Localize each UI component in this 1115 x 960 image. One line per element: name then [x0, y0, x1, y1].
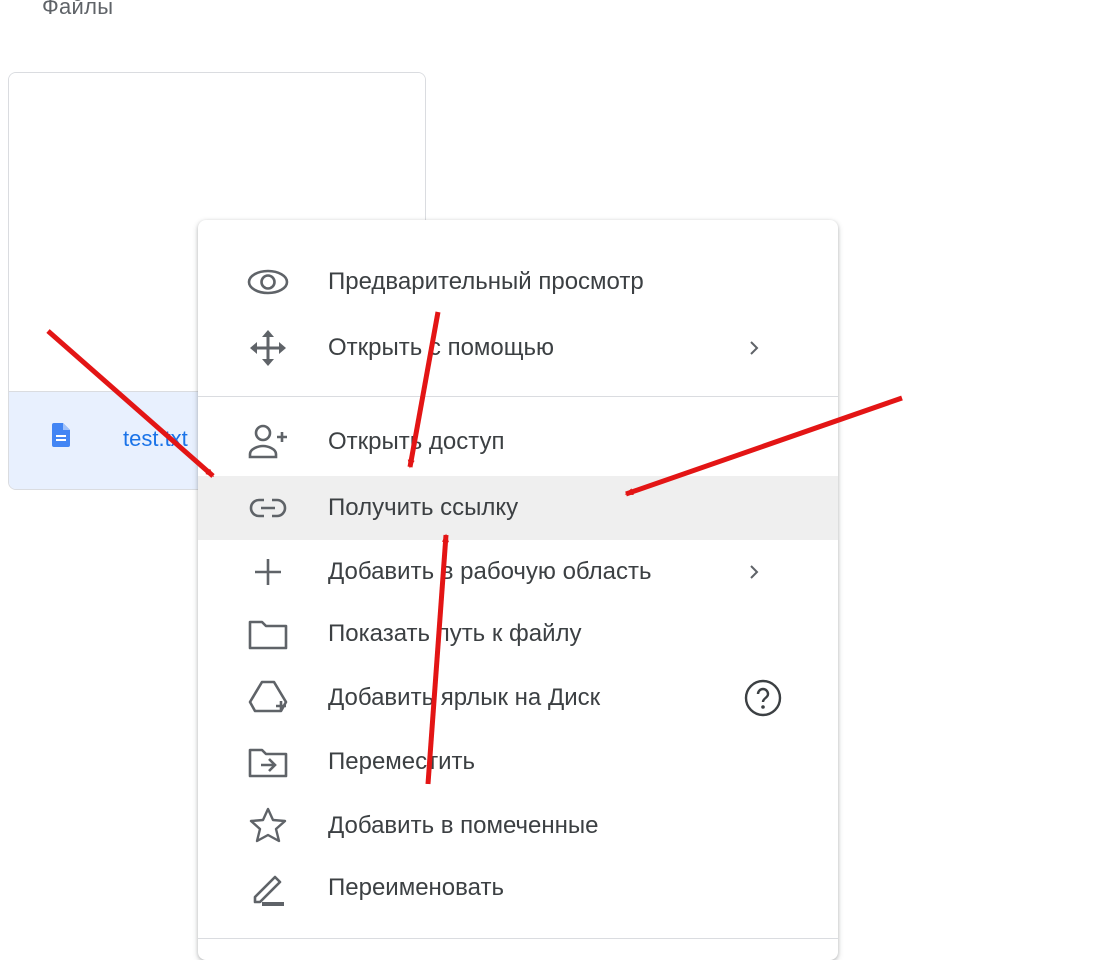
chevron-right-icon [743, 337, 765, 359]
eye-icon [242, 256, 294, 308]
menu-item-preview[interactable]: Предварительный просмотр [198, 250, 838, 314]
menu-item-move[interactable]: Переместить [198, 730, 838, 794]
menu-item-get-link[interactable]: Получить ссылку [198, 476, 838, 540]
menu-item-label: Добавить в помеченные [328, 812, 599, 839]
menu-item-label: Переименовать [328, 874, 504, 901]
star-icon [242, 800, 294, 852]
menu-item-add-shortcut[interactable]: Добавить ярлык на Диск [198, 666, 838, 730]
file-name[interactable]: test.txt [123, 426, 188, 452]
person-add-icon [242, 416, 294, 468]
menu-divider [198, 396, 838, 397]
open-with-icon [242, 322, 294, 374]
plus-icon [242, 546, 294, 598]
menu-item-label: Добавить ярлык на Диск [328, 684, 601, 711]
menu-item-add-to-workspace[interactable]: Добавить в рабочую область [198, 540, 838, 604]
drive-shortcut-icon [242, 672, 294, 724]
menu-item-rename[interactable]: Переименовать [198, 856, 838, 920]
section-title: Файлы [42, 0, 114, 19]
menu-item-label: Открыть с помощью [328, 334, 555, 361]
menu-divider [198, 938, 838, 939]
menu-item-open-with[interactable]: Открыть с помощью [198, 316, 838, 380]
menu-item-label: Переместить [328, 748, 476, 775]
move-to-folder-icon [242, 736, 294, 788]
menu-item-label: Добавить в рабочую область [328, 558, 652, 585]
doc-icon [52, 423, 70, 447]
folder-icon [242, 608, 294, 660]
menu-item-label: Предварительный просмотр [328, 268, 644, 295]
help-icon[interactable] [742, 677, 784, 719]
rename-icon [242, 862, 294, 914]
menu-item-show-file-location[interactable]: Показать путь к файлу [198, 602, 838, 666]
context-menu: Предварительный просмотр Открыть с помощ… [198, 220, 838, 960]
menu-item-share[interactable]: Открыть доступ [198, 410, 838, 474]
chevron-right-icon [743, 561, 765, 583]
menu-item-label: Показать путь к файлу [328, 620, 582, 647]
menu-item-label: Получить ссылку [328, 494, 519, 521]
link-icon [242, 482, 294, 534]
menu-item-label: Открыть доступ [328, 428, 505, 455]
menu-item-add-to-starred[interactable]: Добавить в помеченные [198, 794, 838, 858]
